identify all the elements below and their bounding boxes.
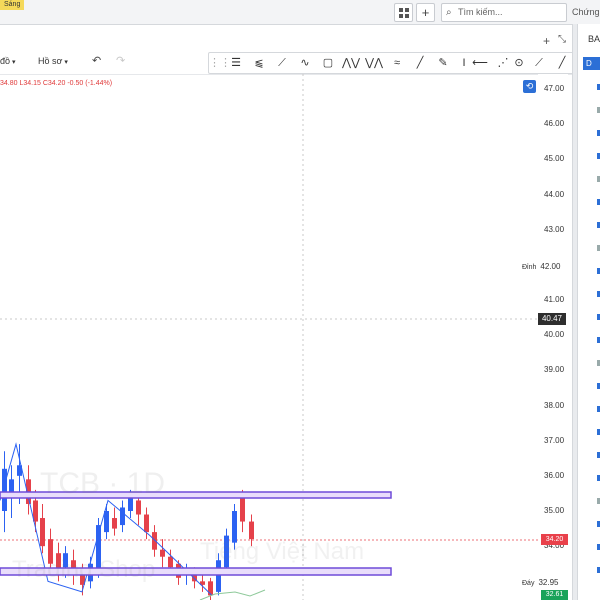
price-axis-tick: 39.00 xyxy=(544,365,565,375)
redo-icon[interactable]: ↷ xyxy=(116,48,125,74)
green-price-label: 32.61 xyxy=(541,590,568,600)
price-axis-tick: 46.00 xyxy=(544,119,565,129)
search-input[interactable]: ⌕ Tìm kiếm... xyxy=(441,3,567,22)
price-axis-tick: 37.00 xyxy=(544,435,565,445)
bottom-label: Đáy xyxy=(522,580,535,587)
drawing-tools-bar: ⋮⋮ ☰ ⫹ ⟋ ∿ ▢ ⋀⋁ ⋁⋀ ≈ ╱ ✎ I ⟵ ⋰ ⊙ ⟋ ╱ xyxy=(208,52,580,74)
top-label: Đỉnh xyxy=(522,264,537,271)
brush-icon[interactable]: ✎ xyxy=(434,54,452,72)
search-placeholder: Tìm kiếm... xyxy=(458,7,503,17)
candle-body xyxy=(152,532,157,550)
candle-body xyxy=(249,521,254,540)
price-axis-tick: 44.00 xyxy=(544,189,565,199)
profile-dropdown[interactable]: Hồ sơ ▾ xyxy=(38,48,68,76)
price-axis-tick: 45.00 xyxy=(544,154,565,164)
undo-icon[interactable]: ↶ xyxy=(92,48,101,74)
drag-handle-icon[interactable]: ⋮⋮ xyxy=(209,54,231,72)
ruler-icon[interactable]: ⟋ xyxy=(530,54,548,72)
top-marker: Đỉnh 42.00 xyxy=(522,262,560,271)
price-axis-tick: 35.00 xyxy=(544,506,565,515)
candle-body xyxy=(40,518,45,547)
price-axis-tick: 47.00 xyxy=(544,84,565,93)
line-icon[interactable]: ╱ xyxy=(411,54,429,72)
reset-icon[interactable]: ⟲ xyxy=(523,80,536,93)
search-icon: ⌕ xyxy=(446,7,452,18)
watermark-text: Tiếng Việt Nam xyxy=(200,538,365,565)
current-price-label: 34.20 xyxy=(541,534,568,545)
horizontal-line-icon[interactable]: ⟵ xyxy=(471,54,489,72)
watermark-shop: Trading Shop xyxy=(12,556,156,583)
chevron-down-icon: ▾ xyxy=(64,59,68,66)
price-axis-tick: 43.00 xyxy=(544,224,565,234)
rectangle-icon[interactable]: ▢ xyxy=(319,54,337,72)
ohlc-legend: 34.80 L34.15 C34.20 -0.50 (-1.44%) xyxy=(0,80,113,87)
trend-line-icon[interactable]: ⟋ xyxy=(273,54,291,72)
price-axis-tick: 41.00 xyxy=(544,295,565,304)
zigzag-icon[interactable]: ∿ xyxy=(296,54,314,72)
candle-body xyxy=(160,549,165,557)
candle-body xyxy=(112,518,117,529)
candle-body xyxy=(120,507,125,526)
candle-body xyxy=(104,511,109,533)
candle-body xyxy=(240,496,245,522)
elliott-wave-icon[interactable]: ≈ xyxy=(388,54,406,72)
crosshair-price-label: 40.47 xyxy=(538,313,566,325)
expand-icon[interactable]: ⤡ xyxy=(558,34,566,45)
plus-icon: + xyxy=(421,5,430,20)
wave-pattern-icon[interactable]: ⋁⋀ xyxy=(365,54,383,72)
profile-label: Hồ sơ xyxy=(38,56,63,66)
price-axis-tick: 40.00 xyxy=(544,330,565,340)
bottom-marker: Đáy 32.95 xyxy=(522,578,558,587)
candle-body xyxy=(168,556,173,568)
price-axis-tick: 38.00 xyxy=(544,400,565,410)
candle-body xyxy=(144,514,149,533)
chevron-down-icon: ▾ xyxy=(12,59,16,66)
securities-tab[interactable]: Chứng xyxy=(572,0,600,24)
chart-type-dropdown[interactable]: đồ ▾ xyxy=(0,48,16,76)
pattern-icon[interactable]: ⋀⋁ xyxy=(342,54,360,72)
theme-toggle[interactable]: Sáng xyxy=(0,0,25,10)
plus-icon[interactable]: + xyxy=(543,34,550,48)
line-tool-icon[interactable]: ╱ xyxy=(553,54,571,72)
chart-canvas[interactable] xyxy=(0,74,538,600)
ray-icon[interactable]: ⫹ xyxy=(250,54,268,72)
circle-icon[interactable]: ⊙ xyxy=(510,54,528,72)
watermark-symbol: TCB · 1D xyxy=(40,467,166,500)
right-panel-header: BA xyxy=(588,34,600,44)
add-tab-button[interactable]: + xyxy=(416,3,435,22)
grid-layout-button[interactable] xyxy=(394,3,413,22)
candle-body xyxy=(136,500,141,515)
horizontal-lines-icon[interactable]: ☰ xyxy=(227,54,245,72)
top-bar: Sáng + ⌕ Tìm kiếm... Chứng xyxy=(0,0,600,25)
right-panel: BA D xyxy=(577,24,600,600)
price-chart[interactable] xyxy=(0,74,538,600)
price-axis-tick: 36.00 xyxy=(544,470,565,480)
top-value: 42.00 xyxy=(540,262,561,271)
right-panel-tab[interactable]: D xyxy=(583,57,600,70)
grid-icon xyxy=(398,7,409,18)
bottom-value: 32.95 xyxy=(538,578,559,587)
chart-type-label: đồ xyxy=(0,56,11,66)
